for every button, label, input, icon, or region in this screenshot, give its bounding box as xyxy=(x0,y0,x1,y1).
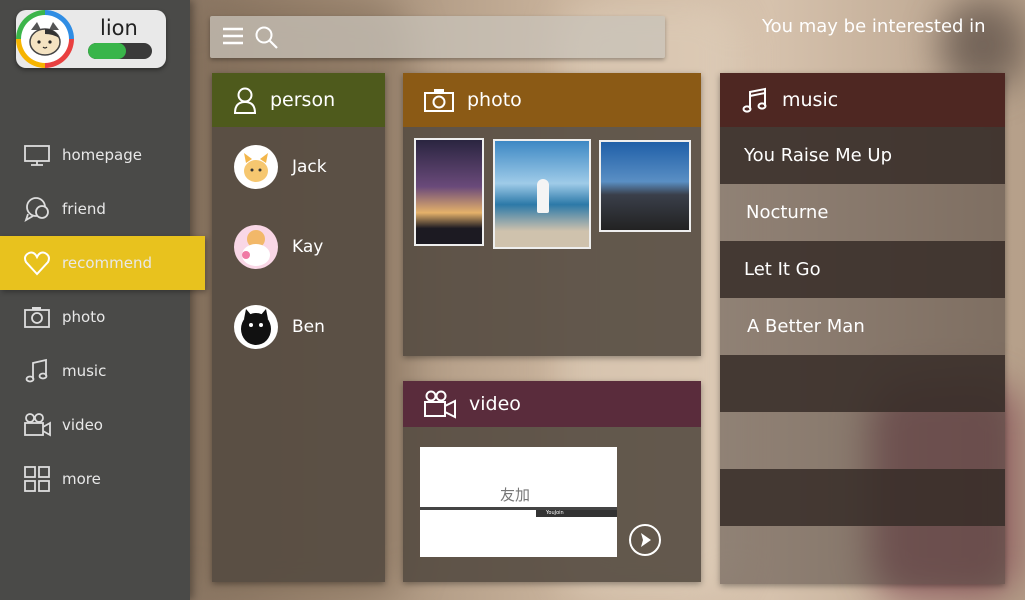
music-note-icon xyxy=(25,358,48,383)
person-row-kay[interactable]: Kay xyxy=(212,207,385,287)
person-figure xyxy=(537,179,549,213)
nav-item-video[interactable]: video xyxy=(0,398,205,452)
video-panel: video 友加 YouJoin xyxy=(403,381,701,582)
menu-icon[interactable] xyxy=(222,25,244,47)
photo-thumbnail[interactable] xyxy=(599,140,691,232)
interest-heading: You may be interested in xyxy=(762,16,986,37)
chat-icon xyxy=(24,197,49,222)
video-thumbnail[interactable]: 友加 YouJoin xyxy=(420,447,617,557)
person-panel: person Jack Kay Ben xyxy=(212,73,385,582)
play-button[interactable] xyxy=(629,524,661,556)
search-icon[interactable] xyxy=(254,25,280,51)
play-icon xyxy=(641,533,651,547)
person-row-jack[interactable]: Jack xyxy=(212,127,385,207)
song-title: Nocturne xyxy=(746,202,829,223)
music-panel: music You Raise Me Up Nocturne Let It Go… xyxy=(720,73,1005,584)
person-icon xyxy=(233,87,257,114)
video-camera-icon xyxy=(424,390,456,419)
nav-label: homepage xyxy=(62,146,142,164)
username: lion xyxy=(100,16,138,40)
song-row[interactable]: Nocturne xyxy=(720,184,1005,241)
song-row-empty xyxy=(720,355,1005,412)
avatar[interactable] xyxy=(16,10,74,68)
person-name: Kay xyxy=(292,237,324,257)
music-panel-title: music xyxy=(782,89,839,111)
song-row-empty xyxy=(720,469,1005,526)
song-row-empty xyxy=(720,412,1005,469)
profile-card[interactable]: lion xyxy=(16,10,166,68)
song-row[interactable]: Let It Go xyxy=(720,241,1005,298)
level-progress-fill xyxy=(88,43,127,59)
avatar xyxy=(234,225,278,269)
monitor-icon xyxy=(24,145,50,166)
nav-item-homepage[interactable]: homepage xyxy=(0,128,205,182)
avatar xyxy=(234,305,278,349)
black-cat-avatar-icon xyxy=(235,306,277,348)
avatar xyxy=(234,145,278,189)
person-row-ben[interactable]: Ben xyxy=(212,287,385,367)
search-bar[interactable] xyxy=(210,16,665,58)
video-panel-title: video xyxy=(469,393,521,415)
song-title: Let It Go xyxy=(744,259,821,280)
fox-avatar-icon xyxy=(244,153,268,182)
sidebar: lion homepage friend recommend photo mus… xyxy=(0,0,205,600)
photo-panel-title: photo xyxy=(467,89,522,111)
person-panel-header[interactable]: person xyxy=(212,73,385,127)
video-camera-icon xyxy=(24,413,51,437)
video-caption: YouJoin xyxy=(546,510,564,516)
camera-icon xyxy=(24,307,50,328)
sidebar-nav: homepage friend recommend photo music vi… xyxy=(0,128,205,506)
nav-label: photo xyxy=(62,308,106,326)
photo-panel-header[interactable]: photo xyxy=(403,73,701,127)
person-name: Ben xyxy=(292,317,325,337)
nav-item-more[interactable]: more xyxy=(0,452,205,506)
nav-label: music xyxy=(62,362,107,380)
level-progress-bar xyxy=(88,43,152,59)
nav-item-music[interactable]: music xyxy=(0,344,205,398)
nav-label: recommend xyxy=(62,254,152,272)
photo-thumbnail[interactable] xyxy=(493,139,591,249)
nav-label: friend xyxy=(62,200,106,218)
photo-thumbnail[interactable] xyxy=(414,138,484,246)
nav-item-friend[interactable]: friend xyxy=(0,182,205,236)
cat-avatar-icon xyxy=(242,230,270,266)
cat-avatar-icon xyxy=(29,22,61,56)
video-panel-header[interactable]: video xyxy=(403,381,701,427)
music-note-icon xyxy=(742,87,767,113)
nav-item-recommend[interactable]: recommend xyxy=(0,236,205,290)
nav-item-photo[interactable]: photo xyxy=(0,290,205,344)
music-panel-header[interactable]: music xyxy=(720,73,1005,127)
nav-label: more xyxy=(62,470,101,488)
grid-icon xyxy=(24,466,50,492)
person-panel-title: person xyxy=(270,89,336,111)
song-row[interactable]: You Raise Me Up xyxy=(720,127,1005,184)
camera-icon xyxy=(424,89,454,112)
song-row[interactable]: A Better Man xyxy=(720,298,1005,355)
heart-icon xyxy=(24,251,50,276)
photo-panel: photo xyxy=(403,73,701,356)
video-logo: 友加 xyxy=(500,486,531,504)
song-title: You Raise Me Up xyxy=(744,145,892,166)
nav-label: video xyxy=(62,416,103,434)
person-name: Jack xyxy=(292,157,327,177)
song-title: A Better Man xyxy=(747,316,865,337)
